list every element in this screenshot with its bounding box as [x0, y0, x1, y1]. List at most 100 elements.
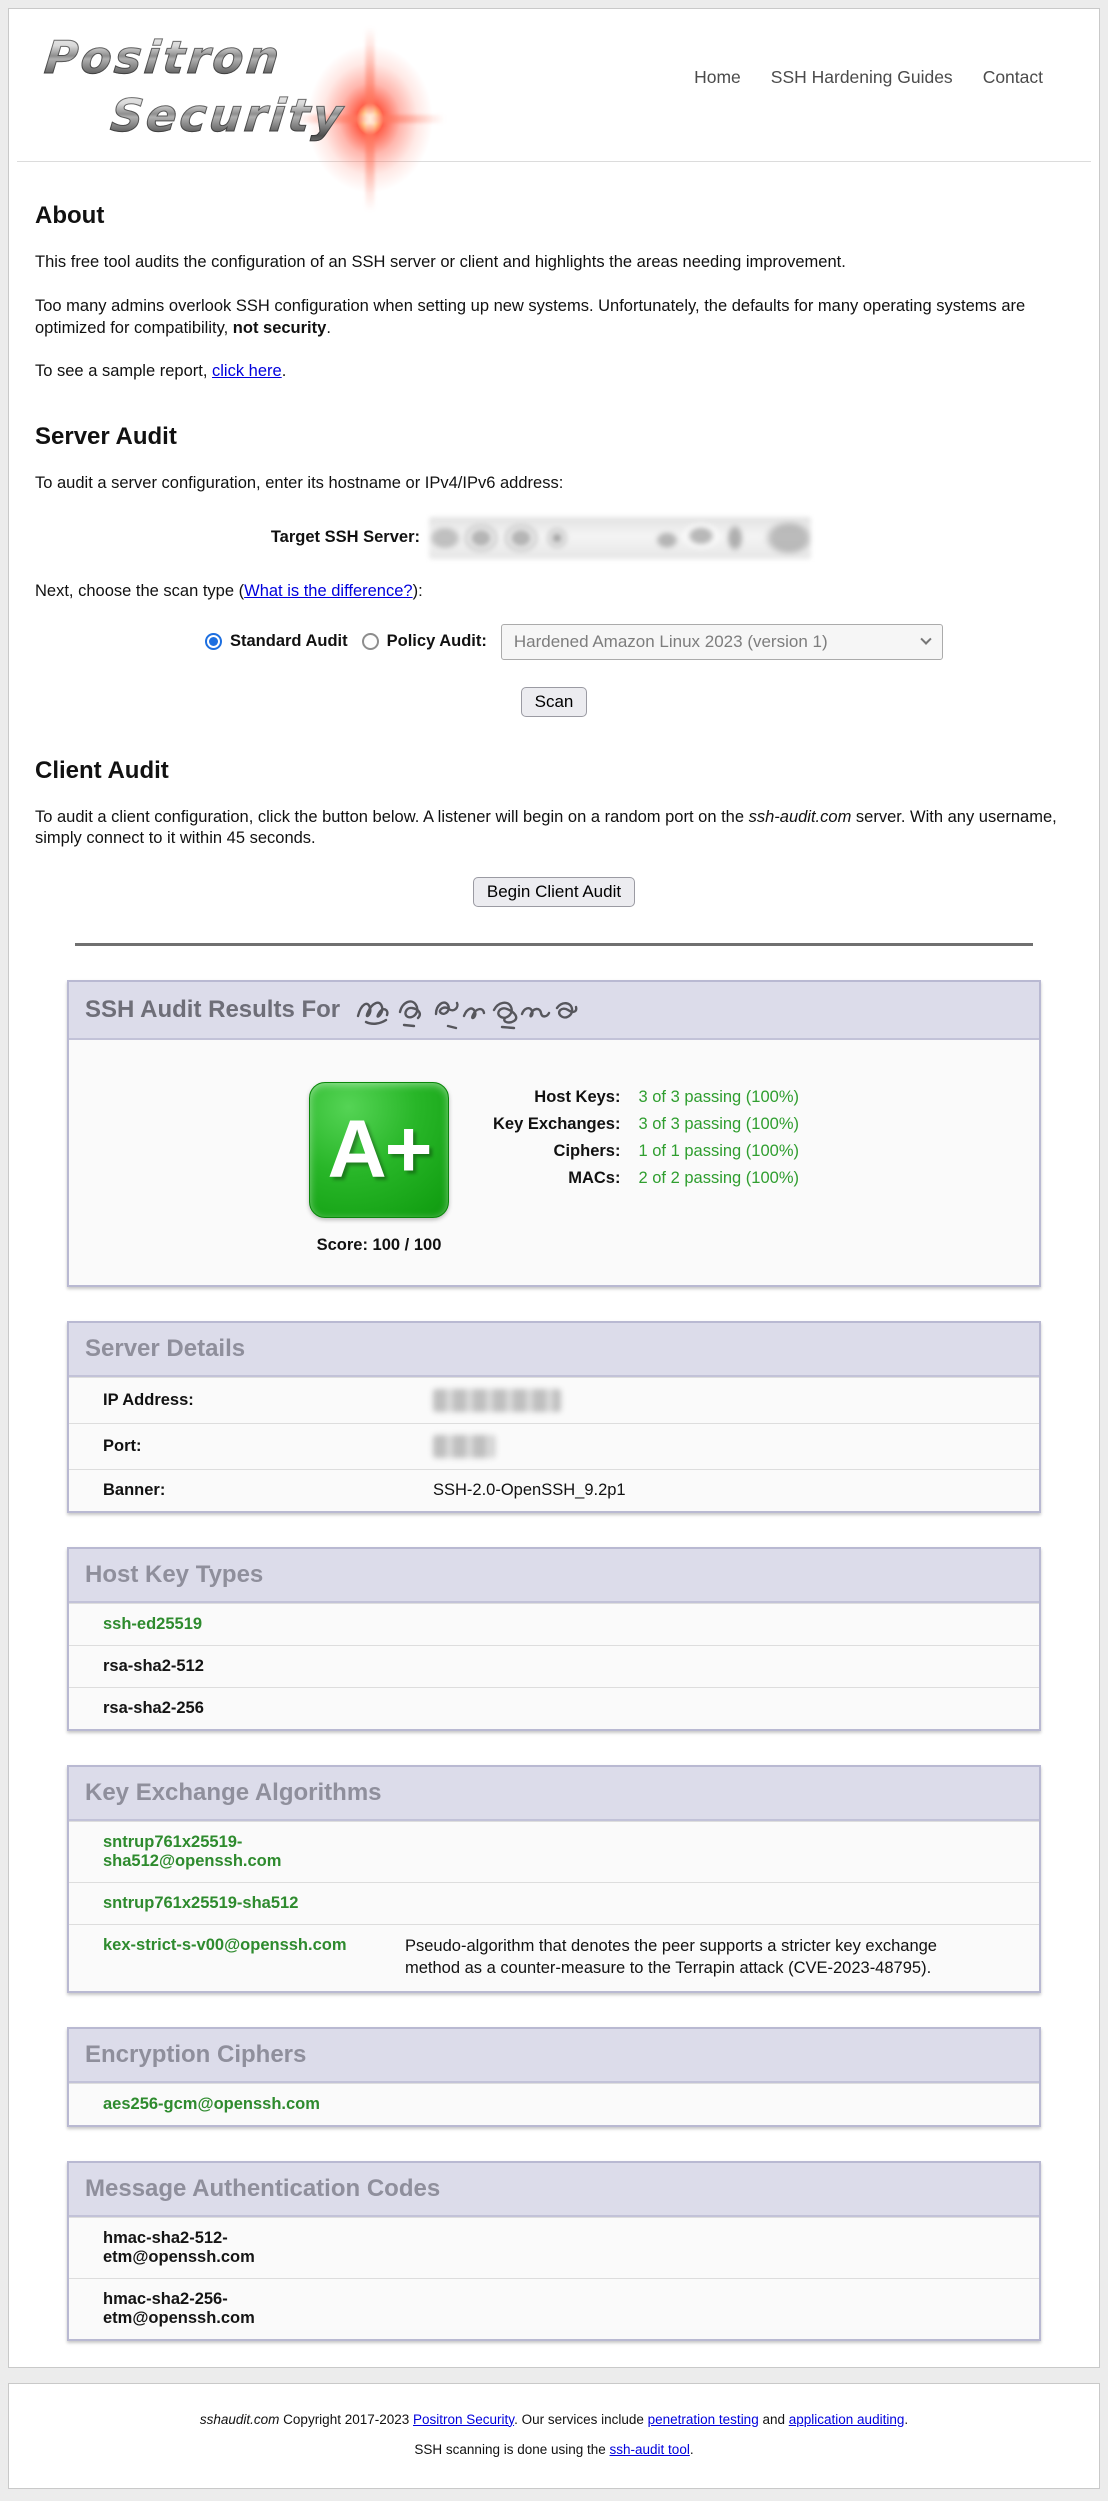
sample-report-paragraph: To see a sample report, click here.	[35, 361, 1073, 383]
main-content-card: Positron Security Home SSH Hardening Gui…	[8, 8, 1100, 2368]
stat-row-key-exchanges: Key Exchanges: 3 of 3 passing (100%)	[493, 1111, 799, 1138]
host-key-types-header: Host Key Types	[69, 1549, 1039, 1603]
kex-note: Pseudo-algorithm that denotes the peer s…	[405, 1936, 945, 1980]
host-key-name: ssh-ed25519	[103, 1615, 202, 1633]
key-exchange-header: Key Exchange Algorithms	[69, 1767, 1039, 1821]
audit-results-header: SSH Audit Results For	[69, 982, 1039, 1040]
redacted-ip-value	[433, 1389, 561, 1412]
stat-label: MACs:	[493, 1165, 638, 1192]
macs-panel: Message Authentication Codes hmac-sha2-5…	[67, 2161, 1041, 2341]
ssh-audit-tool-link[interactable]: ssh-audit tool	[610, 2442, 690, 2457]
server-details-panel: Server Details IP Address: Port: Banner:…	[67, 1321, 1041, 1513]
host-key-row: rsa-sha2-512	[69, 1645, 1039, 1687]
host-key-types-panel: Host Key Types ssh-ed25519 rsa-sha2-512 …	[67, 1547, 1041, 1731]
stat-value: 3 of 3 passing (100%)	[638, 1084, 799, 1111]
cipher-name: aes256-gcm@openssh.com	[103, 2095, 320, 2113]
positron-security-logo[interactable]: Positron Security	[33, 31, 473, 153]
scan-type-difference-link[interactable]: What is the difference?	[244, 582, 412, 600]
mac-name: hmac-sha2-256-etm@openssh.com	[103, 2290, 405, 2328]
detail-row-port: Port:	[69, 1423, 1039, 1469]
stat-label: Ciphers:	[493, 1138, 638, 1165]
client-audit-heading: Client Audit	[35, 757, 1073, 785]
chevron-down-icon	[920, 633, 931, 644]
detail-row-banner: Banner: SSH-2.0-OpenSSH_9.2p1	[69, 1469, 1039, 1511]
stat-row-macs: MACs: 2 of 2 passing (100%)	[493, 1165, 799, 1192]
policy-audit-radio[interactable]	[362, 633, 379, 650]
server-audit-instructions: To audit a server configuration, enter i…	[35, 473, 1073, 495]
scan-button[interactable]: Scan	[521, 687, 588, 717]
header-divider	[17, 161, 1091, 162]
stat-row-ciphers: Ciphers: 1 of 1 passing (100%)	[493, 1138, 799, 1165]
cipher-row: aes256-gcm@openssh.com	[69, 2083, 1039, 2125]
about-heading: About	[35, 202, 1073, 230]
kex-row: kex-strict-s-v00@openssh.com Pseudo-algo…	[69, 1924, 1039, 1991]
audit-results-title: SSH Audit Results For	[85, 996, 340, 1024]
nav-link-contact[interactable]: Contact	[983, 67, 1043, 88]
ip-address-label: IP Address:	[103, 1391, 433, 1410]
banner-value: SSH-2.0-OpenSSH_9.2p1	[433, 1481, 626, 1500]
mac-row: hmac-sha2-512-etm@openssh.com	[69, 2217, 1039, 2278]
encryption-ciphers-header: Encryption Ciphers	[69, 2029, 1039, 2083]
logo-text-line2: Security	[108, 89, 348, 142]
positron-security-link[interactable]: Positron Security	[413, 2412, 514, 2427]
host-key-row: ssh-ed25519	[69, 1603, 1039, 1645]
mac-name: hmac-sha2-512-etm@openssh.com	[103, 2229, 405, 2267]
policy-audit-label: Policy Audit:	[387, 632, 487, 651]
kex-row: sntrup761x25519-sha512@openssh.com	[69, 1821, 1039, 1882]
server-details-header: Server Details	[69, 1323, 1039, 1377]
footer-site-name: sshaudit.com	[200, 2412, 280, 2427]
scan-type-row: Standard Audit Policy Audit: Hardened Am…	[205, 624, 1073, 660]
logo-text-line1: Positron	[42, 31, 284, 84]
detail-row-ip: IP Address:	[69, 1377, 1039, 1423]
site-header: Positron Security Home SSH Hardening Gui…	[9, 9, 1099, 161]
kex-name: sntrup761x25519-sha512	[103, 1894, 405, 1913]
standard-audit-radio[interactable]	[205, 633, 222, 650]
sample-report-link[interactable]: click here	[212, 362, 282, 380]
redacted-hostname-scribble	[352, 994, 592, 1032]
stat-label: Host Keys:	[493, 1084, 638, 1111]
host-key-name: rsa-sha2-512	[103, 1657, 204, 1675]
application-auditing-link[interactable]: application auditing	[789, 2412, 905, 2427]
audit-results-panel: SSH Audit Results For	[67, 980, 1041, 1287]
ssh-audit-domain-italic: ssh-audit.com	[749, 808, 852, 826]
not-security-emphasis: not security	[233, 319, 327, 337]
main-nav: Home SSH Hardening Guides Contact	[694, 67, 1043, 88]
nav-link-home[interactable]: Home	[694, 67, 741, 88]
policy-select[interactable]: Hardened Amazon Linux 2023 (version 1)	[501, 624, 943, 660]
about-paragraph-1: This free tool audits the configuration …	[35, 252, 1073, 274]
standard-audit-label: Standard Audit	[230, 632, 348, 651]
kex-row: sntrup761x25519-sha512	[69, 1882, 1039, 1924]
stat-value: 2 of 2 passing (100%)	[638, 1165, 799, 1192]
stat-row-host-keys: Host Keys: 3 of 3 passing (100%)	[493, 1084, 799, 1111]
target-ssh-server-label: Target SSH Server:	[35, 528, 429, 547]
grade-column: A+ Score: 100 / 100	[309, 1082, 449, 1255]
about-paragraph-2: Too many admins overlook SSH configurati…	[35, 296, 1073, 340]
begin-client-audit-button[interactable]: Begin Client Audit	[473, 877, 635, 907]
scan-type-paragraph: Next, choose the scan type (What is the …	[35, 581, 1073, 603]
banner-label: Banner:	[103, 1481, 433, 1500]
macs-header: Message Authentication Codes	[69, 2163, 1039, 2217]
penetration-testing-link[interactable]: penetration testing	[648, 2412, 759, 2427]
kex-name: kex-strict-s-v00@openssh.com	[103, 1936, 405, 1980]
client-audit-paragraph: To audit a client configuration, click t…	[35, 807, 1073, 851]
nav-link-ssh-hardening-guides[interactable]: SSH Hardening Guides	[771, 67, 953, 88]
policy-select-value: Hardened Amazon Linux 2023 (version 1)	[514, 632, 828, 652]
results-stats-table: Host Keys: 3 of 3 passing (100%) Key Exc…	[493, 1084, 799, 1192]
grade-letter: A+	[327, 1103, 430, 1197]
target-server-row: Target SSH Server:	[35, 517, 1073, 559]
audit-results-body: A+ Score: 100 / 100 Host Keys: 3 of 3 pa…	[69, 1040, 1039, 1285]
host-key-row: rsa-sha2-256	[69, 1687, 1039, 1729]
page-content: About This free tool audits the configur…	[9, 202, 1099, 2341]
stat-label: Key Exchanges:	[493, 1111, 638, 1138]
stat-value: 1 of 1 passing (100%)	[638, 1138, 799, 1165]
kex-name: sntrup761x25519-sha512@openssh.com	[103, 1833, 405, 1871]
stat-value: 3 of 3 passing (100%)	[638, 1111, 799, 1138]
redacted-port-value	[433, 1435, 495, 1458]
grade-badge: A+	[309, 1082, 449, 1218]
target-ssh-server-input[interactable]	[429, 517, 811, 559]
score-label: Score: 100 / 100	[309, 1236, 449, 1255]
footer-line-2: SSH scanning is done using the ssh-audit…	[29, 2441, 1079, 2459]
section-divider	[75, 943, 1033, 946]
footer-line-1: sshaudit.com Copyright 2017-2023 Positro…	[29, 2411, 1079, 2429]
page-footer: sshaudit.com Copyright 2017-2023 Positro…	[8, 2383, 1100, 2490]
